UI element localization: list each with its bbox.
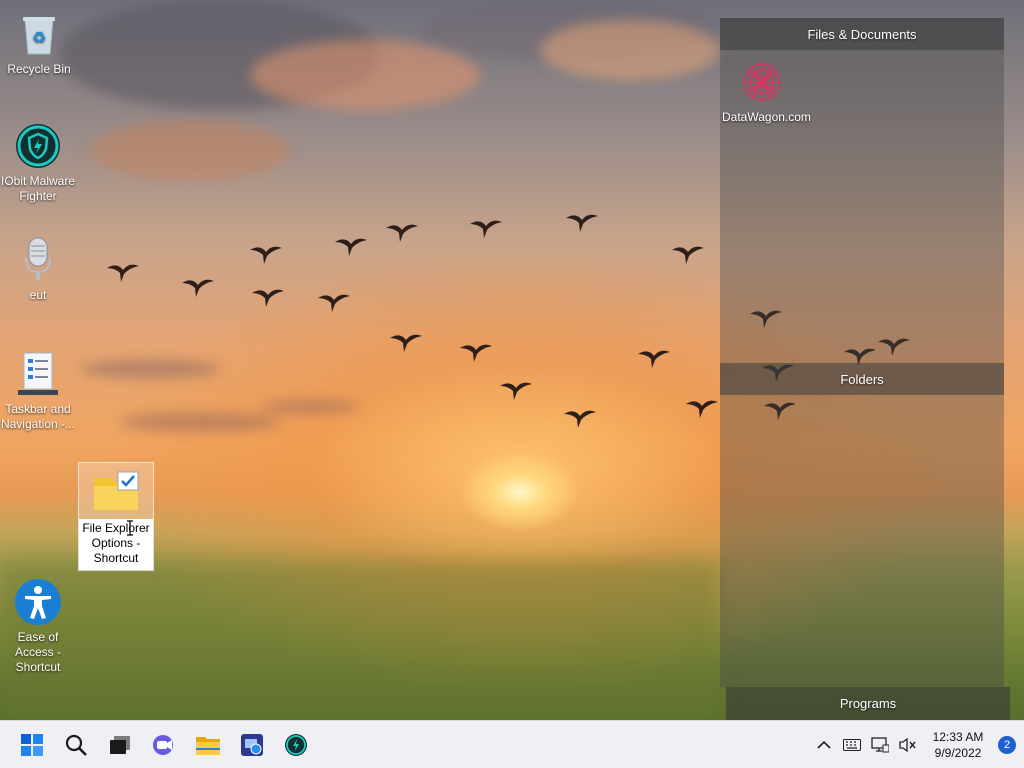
iobit-shield-icon — [14, 122, 62, 170]
teams-chat-button[interactable] — [142, 725, 186, 765]
show-hidden-icons-button[interactable] — [810, 731, 838, 759]
desktop-icon-label: eut — [29, 288, 47, 302]
fence-programs[interactable]: Programs — [726, 687, 1010, 720]
remote-desktop-icon — [241, 733, 263, 756]
accessibility-icon — [14, 578, 62, 626]
desktop-icon-label: Ease of Access - Shortcut — [14, 630, 61, 674]
task-view-icon — [110, 735, 130, 754]
fence-item-datawagon[interactable]: DataWagon.com — [722, 58, 811, 124]
notification-badge[interactable]: 2 — [998, 736, 1016, 754]
search-button[interactable] — [54, 725, 98, 765]
keyboard-button[interactable] — [838, 731, 866, 759]
desktop-icon-label: Taskbar and Navigation -... — [0, 402, 76, 431]
desktop-icon-file-explorer-options[interactable]: File Explorer Options - Shortcut — [78, 462, 154, 571]
fence-item-label: DataWagon.com — [722, 110, 811, 124]
keyboard-icon — [843, 739, 861, 751]
desktop-icon-label: Recycle Bin — [7, 62, 71, 76]
volume-muted-icon — [899, 737, 916, 753]
iobit-taskbar-button[interactable] — [274, 725, 318, 765]
iobit-shield-icon — [285, 733, 307, 756]
desktop-icon-taskbar-navigation[interactable]: Taskbar and Navigation -... — [0, 350, 76, 432]
remote-desktop-button[interactable] — [230, 725, 274, 765]
teams-chat-icon — [153, 734, 173, 755]
network-icon — [871, 737, 889, 753]
chevron-up-icon — [817, 740, 831, 749]
fence-folders[interactable]: Folders — [720, 363, 1004, 687]
recycle-bin-icon: ♻ — [15, 10, 63, 58]
file-explorer-button[interactable] — [186, 725, 230, 765]
desktop-icon-eut[interactable]: eut — [0, 236, 76, 303]
volume-button[interactable] — [894, 731, 922, 759]
fence-title[interactable]: Folders — [720, 363, 1004, 395]
clock-button[interactable]: 12:33 AM 9/9/2022 — [926, 729, 990, 761]
network-button[interactable] — [866, 731, 894, 759]
file-explorer-icon — [196, 736, 220, 755]
search-icon — [65, 734, 87, 756]
text-cursor-icon — [127, 520, 133, 536]
system-tray: 12:33 AM 9/9/2022 2 — [810, 721, 1024, 768]
fence-title[interactable]: Programs — [726, 687, 1010, 719]
task-view-button[interactable] — [98, 725, 142, 765]
desktop-icon-label: File Explorer Options - Shortcut — [79, 519, 153, 570]
desktop-icon-iobit[interactable]: IObit Malware Fighter — [0, 122, 76, 204]
start-button[interactable] — [10, 725, 54, 765]
desktop-icon-recycle-bin[interactable]: ♻ Recycle Bin — [1, 10, 77, 77]
clock-date: 9/9/2022 — [934, 746, 982, 760]
windows-start-icon — [21, 733, 43, 756]
microphone-icon — [14, 236, 62, 284]
fence-files-documents[interactable]: Files & Documents DataWagon.com — [720, 18, 1004, 363]
taskbar-settings-icon — [14, 350, 62, 398]
desktop-icon-ease-of-access[interactable]: Ease of Access - Shortcut — [0, 578, 76, 675]
datawagon-logo-icon — [738, 58, 786, 106]
clock-time: 12:33 AM — [932, 730, 984, 744]
desktop-icon-label: IObit Malware Fighter — [0, 174, 76, 203]
svg-text:♻: ♻ — [32, 28, 46, 47]
taskbar: 12:33 AM 9/9/2022 2 — [0, 720, 1024, 768]
fence-title[interactable]: Files & Documents — [720, 18, 1004, 50]
folder-check-icon — [92, 467, 140, 515]
